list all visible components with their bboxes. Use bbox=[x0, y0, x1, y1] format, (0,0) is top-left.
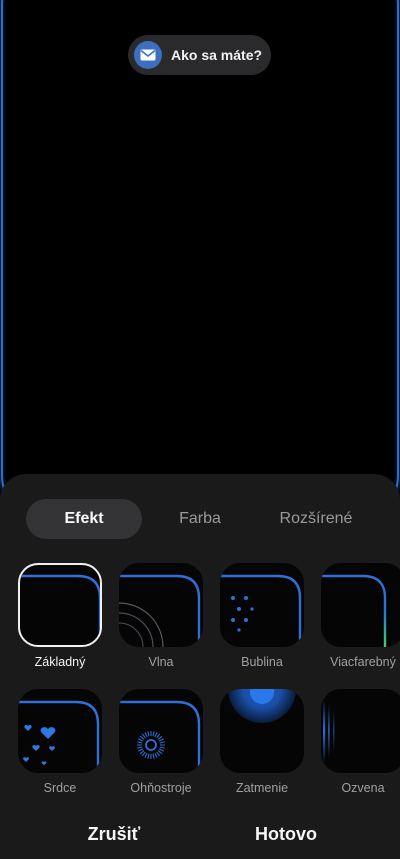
action-bar: Zrušiť Hotovo bbox=[0, 819, 400, 849]
effect-wave-label: Vlna bbox=[148, 655, 174, 669]
done-button[interactable]: Hotovo bbox=[206, 819, 366, 849]
effect-echo-thumbnail bbox=[321, 689, 400, 773]
tab-bar: Efekt Farba Rozšírené bbox=[26, 499, 374, 539]
mail-icon bbox=[134, 41, 162, 69]
notification-text: Ako sa máte? bbox=[171, 47, 263, 63]
effect-fireworks-label: Ohňostroje bbox=[130, 781, 192, 795]
edge-lighting-preview bbox=[1, 0, 399, 520]
tab-farba[interactable]: Farba bbox=[142, 499, 258, 539]
effect-multicolor-label: Viacfarebný bbox=[330, 655, 396, 669]
effect-fireworks-thumbnail bbox=[119, 689, 203, 773]
cancel-button[interactable]: Zrušiť bbox=[34, 819, 194, 849]
effect-eclipse-thumbnail bbox=[220, 689, 304, 773]
effect-eclipse[interactable]: Zatmenie bbox=[220, 689, 304, 795]
tab-rozsirene[interactable]: Rozšírené bbox=[258, 499, 374, 539]
effect-fireworks[interactable]: Ohňostroje bbox=[119, 689, 203, 795]
effect-bubble-thumbnail bbox=[220, 563, 304, 647]
effect-heart[interactable]: Srdce bbox=[18, 689, 102, 795]
edge-lighting-screen: Ako sa máte? Efekt Farba Rozšírené Zákla… bbox=[0, 0, 400, 859]
effect-settings-sheet: Efekt Farba Rozšírené Základný Vlna Bubl… bbox=[0, 474, 400, 859]
effect-basic-label: Základný bbox=[34, 655, 86, 669]
effect-bubble-label: Bublina bbox=[241, 655, 283, 669]
effect-basic[interactable]: Základný bbox=[18, 563, 102, 669]
effect-multicolor[interactable]: Viacfarebný bbox=[321, 563, 400, 669]
effect-echo-label: Ozvena bbox=[341, 781, 385, 795]
notification-pill: Ako sa máte? bbox=[128, 35, 271, 75]
tab-efekt[interactable]: Efekt bbox=[26, 499, 142, 539]
effect-eclipse-label: Zatmenie bbox=[235, 781, 289, 795]
effect-bubble[interactable]: Bublina bbox=[220, 563, 304, 669]
effect-heart-label: Srdce bbox=[43, 781, 77, 795]
effect-wave[interactable]: Vlna bbox=[119, 563, 203, 669]
effect-basic-thumbnail bbox=[18, 563, 102, 647]
effect-multicolor-thumbnail bbox=[321, 563, 400, 647]
effect-heart-thumbnail bbox=[18, 689, 102, 773]
effect-echo[interactable]: Ozvena bbox=[321, 689, 400, 795]
effect-wave-thumbnail bbox=[119, 563, 203, 647]
